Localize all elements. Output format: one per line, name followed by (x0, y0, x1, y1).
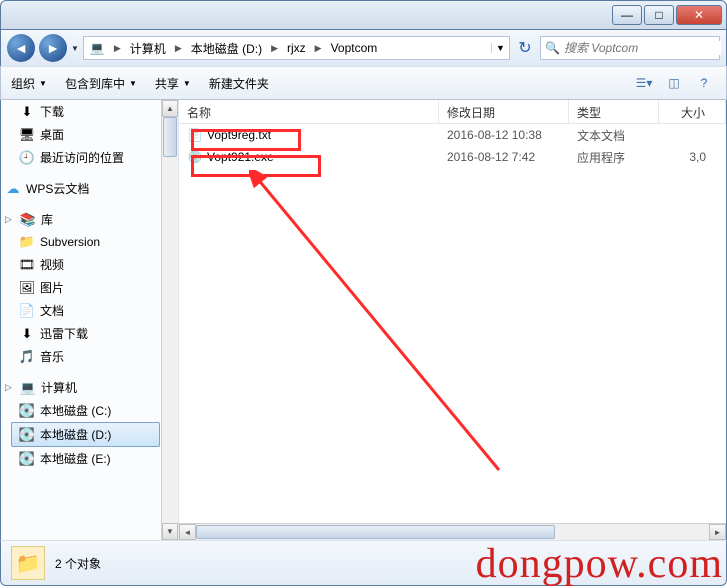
desktop-icon: 🖥 (19, 127, 35, 143)
file-list-pane: 名称 修改日期 类型 大小 📄 Vopt9reg.txt 2016-08-12 1… (179, 100, 726, 540)
navigation-pane: ⬇下载 🖥桌面 🕘最近访问的位置 ☁WPS云文档 ▷📚库 📁Subversion… (1, 100, 179, 540)
drive-icon: 💽 (19, 403, 35, 419)
breadcrumb[interactable]: 💻 ▶ 计算机 ▶ 本地磁盘 (D:) ▶ rjxz ▶ Voptcom ▼ (83, 36, 510, 60)
file-list: 📄 Vopt9reg.txt 2016-08-12 10:38 文本文档 💿 Vop… (179, 124, 726, 168)
library-icon: 📚 (20, 212, 36, 228)
sidebar-item-music[interactable]: 🎵音乐 (1, 345, 178, 368)
file-type: 文本文档 (569, 127, 659, 144)
file-type: 应用程序 (569, 149, 659, 166)
chevron-down-icon: ▼ (39, 79, 47, 88)
drive-icon: 💽 (19, 427, 35, 443)
bc-arrow-icon: ▶ (111, 43, 124, 54)
window-titlebar: — □ ✕ (0, 0, 727, 30)
bc-arrow-icon: ▶ (172, 43, 185, 54)
chevron-down-icon: ▼ (183, 79, 191, 88)
file-date: 2016-08-12 10:38 (439, 128, 569, 142)
scroll-up-button[interactable]: ▲ (162, 100, 178, 117)
drive-icon: 💽 (19, 451, 35, 467)
sidebar-computer[interactable]: ▷💻计算机 (1, 376, 178, 399)
computer-icon: 💻 (20, 380, 36, 396)
status-count: 2 个对象 (55, 555, 101, 572)
recent-icon: 🕘 (19, 150, 35, 166)
preview-pane-button[interactable]: ◫ (662, 73, 686, 93)
chevron-down-icon: ▼ (129, 79, 137, 88)
col-name[interactable]: 名称 (179, 100, 439, 123)
folder-icon: 📁 (11, 546, 45, 580)
bc-arrow-icon: ▶ (268, 43, 281, 54)
sidebar-drive-d[interactable]: 💽本地磁盘 (D:) (11, 422, 160, 447)
bc-arrow-icon: ▶ (312, 43, 325, 54)
include-in-library-menu[interactable]: 包含到库中 ▼ (65, 75, 137, 92)
sidebar-libraries[interactable]: ▷📚库 (1, 208, 178, 231)
file-row[interactable]: 📄 Vopt9reg.txt 2016-08-12 10:38 文本文档 (179, 124, 726, 146)
forward-button[interactable]: ► (39, 34, 67, 62)
music-icon: 🎵 (19, 349, 35, 365)
scroll-down-button[interactable]: ▼ (162, 523, 178, 540)
sidebar-item-documents[interactable]: 📄文档 (1, 299, 178, 322)
scroll-left-button[interactable]: ◄ (179, 524, 196, 540)
sidebar-item-videos[interactable]: 🎞视频 (1, 253, 178, 276)
col-size[interactable]: 大小 (659, 100, 726, 123)
maximize-button[interactable]: □ (644, 5, 674, 25)
computer-icon[interactable]: 💻 (84, 37, 111, 59)
scroll-thumb[interactable] (163, 117, 177, 157)
sidebar-item-pictures[interactable]: 🖼图片 (1, 276, 178, 299)
sidebar-item-recent[interactable]: 🕘最近访问的位置 (1, 146, 178, 169)
search-input[interactable] (560, 41, 721, 55)
sidebar-item-wps[interactable]: ☁WPS云文档 (1, 177, 178, 200)
picture-icon: 🖼 (19, 280, 35, 296)
minimize-button[interactable]: — (612, 5, 642, 25)
exe-file-icon: 💿 (187, 149, 203, 165)
annotation-arrow (249, 170, 509, 480)
bc-computer[interactable]: 计算机 (124, 37, 172, 59)
breadcrumb-dropdown-icon[interactable]: ▼ (491, 43, 509, 53)
video-icon: 🎞 (19, 257, 35, 273)
file-row[interactable]: 💿 Vopt921.exe 2016-08-12 7:42 应用程序 3,0 (179, 146, 726, 168)
nav-history-dropdown-icon[interactable]: ▼ (71, 44, 79, 53)
bc-rjxz[interactable]: rjxz (281, 37, 312, 59)
organize-menu[interactable]: 组织 ▼ (11, 75, 47, 92)
refresh-button[interactable]: ↻ (514, 37, 536, 59)
file-date: 2016-08-12 7:42 (439, 150, 569, 164)
file-name: Vopt9reg.txt (207, 128, 271, 142)
watermark-text: dongpow.com (476, 540, 723, 588)
download-icon: ⬇ (19, 104, 35, 120)
search-icon: 🔍 (545, 41, 560, 55)
file-size: 3,0 (659, 150, 726, 164)
view-options-button[interactable]: ☰▾ (632, 73, 656, 93)
back-button[interactable]: ◄ (7, 34, 35, 62)
file-name: Vopt921.exe (207, 150, 274, 164)
bc-voptcom[interactable]: Voptcom (325, 37, 384, 59)
download-icon: ⬇ (19, 326, 35, 342)
folder-icon: 📁 (19, 234, 35, 250)
sidebar-drive-e[interactable]: 💽本地磁盘 (E:) (1, 447, 178, 470)
navigation-bar: ◄ ► ▼ 💻 ▶ 计算机 ▶ 本地磁盘 (D:) ▶ rjxz ▶ Voptc… (0, 30, 727, 66)
sidebar-item-desktop[interactable]: 🖥桌面 (1, 123, 178, 146)
expand-icon[interactable]: ▷ (5, 214, 15, 225)
search-box[interactable]: 🔍 (540, 36, 720, 60)
scroll-thumb[interactable] (196, 525, 555, 539)
close-button[interactable]: ✕ (676, 5, 722, 25)
new-folder-button[interactable]: 新建文件夹 (209, 75, 269, 92)
sidebar-item-downloads[interactable]: ⬇下载 (1, 100, 178, 123)
horizontal-scrollbar[interactable]: ◄ ► (179, 523, 726, 540)
scroll-right-button[interactable]: ► (709, 524, 726, 540)
cloud-icon: ☁ (5, 181, 21, 197)
col-type[interactable]: 类型 (569, 100, 659, 123)
main-area: ⬇下载 🖥桌面 🕘最近访问的位置 ☁WPS云文档 ▷📚库 📁Subversion… (0, 100, 727, 540)
sidebar-scrollbar[interactable]: ▲ ▼ (161, 100, 178, 540)
text-file-icon: 📄 (187, 127, 203, 143)
sidebar-item-subversion[interactable]: 📁Subversion (1, 231, 178, 253)
document-icon: 📄 (19, 303, 35, 319)
sidebar-item-xunlei[interactable]: ⬇迅雷下载 (1, 322, 178, 345)
share-menu[interactable]: 共享 ▼ (155, 75, 191, 92)
expand-icon[interactable]: ▷ (5, 382, 15, 393)
help-button[interactable]: ? (692, 73, 716, 93)
sidebar-drive-c[interactable]: 💽本地磁盘 (C:) (1, 399, 178, 422)
column-headers: 名称 修改日期 类型 大小 (179, 100, 726, 124)
col-date[interactable]: 修改日期 (439, 100, 569, 123)
toolbar: 组织 ▼ 包含到库中 ▼ 共享 ▼ 新建文件夹 ☰▾ ◫ ? (0, 66, 727, 100)
bc-drive-d[interactable]: 本地磁盘 (D:) (185, 37, 268, 59)
